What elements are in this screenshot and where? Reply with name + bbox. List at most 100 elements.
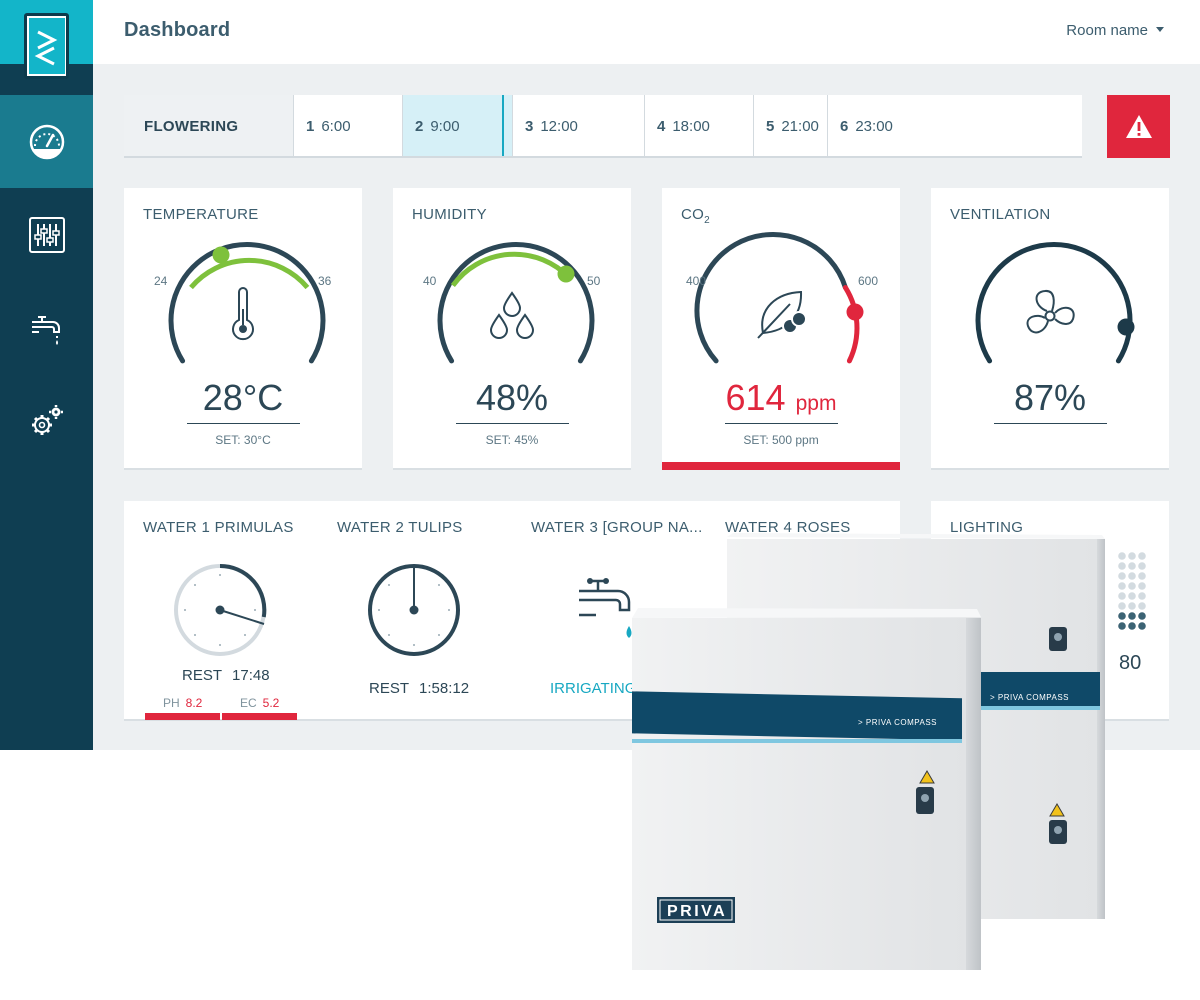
phase-step-time: 12:00 [540,118,578,135]
temperature-value: 28°C [202,377,284,418]
priva-v-logo-icon [29,18,65,74]
light-level-dot [1128,622,1136,630]
light-level-dot [1138,592,1146,600]
lighting-value: 80 [1119,652,1142,674]
status-time: 17:48 [232,667,270,684]
temperature-setpoint: SET: 30°C [215,433,271,447]
value-underline [456,423,569,424]
room-dropdown-label: Room name [1066,22,1148,39]
co2-setpoint: SET: 500 ppm [743,433,819,447]
phase-step-6[interactable]: 6 23:00 [828,95,1082,156]
value-underline [725,423,838,424]
value-underline [994,423,1107,424]
phase-step-time: 18:00 [672,118,710,135]
light-level-dot [1128,602,1136,610]
sidebar [0,0,93,750]
gauge-max-label: 600 [858,274,879,288]
water-1-title: WATER 1 PRIMULAS [143,519,294,536]
priva-compass-cabinets-image: > PRIVA COMPASS > PRIVA COMPASS PRIVA [632,533,1105,970]
cabinet-front: > PRIVA COMPASS PRIVA [632,608,981,970]
humidity-value: 48% [475,377,549,418]
phase-step-number: 1 [306,118,315,135]
front-cabinet-label: > PRIVA COMPASS [858,718,937,727]
phase-step-number: 6 [840,118,849,135]
fan-icon [1026,289,1075,334]
timer-clock-icon [174,563,267,656]
light-level-indicator [1118,552,1146,630]
water-tap-icon [31,315,60,345]
ec-reading: EC 5.2 [240,696,279,710]
light-level-dot [1128,552,1136,560]
water-drops-icon [489,291,535,339]
light-level-dot [1138,552,1146,560]
phase-step-number: 2 [415,118,424,135]
co2-card[interactable]: CO2 400 600 614 ppm SET: 500 ppm [662,188,900,470]
light-level-dot [1138,562,1146,570]
priva-brand-plate: PRIVA [667,903,727,920]
status-text: REST [369,680,410,697]
current-time-marker [502,95,504,156]
phase-timeline: FLOWERING 1 6:00 2 9:00 3 12:00 4 18:00 5 21:… [124,95,1082,158]
phase-step-time: 21:00 [781,118,819,135]
status-time: 1:58:12 [419,680,470,697]
light-level-dot [1138,622,1146,630]
phase-step-number: 5 [766,118,775,135]
light-level-dot [1138,612,1146,620]
water-2-status: REST 1:58:12 [369,680,469,697]
nav-settings[interactable] [0,374,93,467]
gauge-max-label: 36 [318,274,332,288]
phase-step-2[interactable]: 2 9:00 [403,95,513,156]
ph-reading: PH 8.2 [163,696,202,710]
thermometer-icon [232,287,254,341]
light-level-dot [1128,562,1136,570]
ec-alert-strip [222,713,297,720]
light-level-dot [1138,582,1146,590]
light-level-dot [1128,582,1136,590]
nav-controls[interactable] [0,188,93,281]
humidity-card[interactable]: HUMIDITY 40 50 48% SET: 45% [393,188,631,470]
phase-name: FLOWERING [124,95,294,156]
light-level-dot [1128,572,1136,580]
temperature-card[interactable]: TEMPERATURE 24 36 28°C SET: 30°C [124,188,362,470]
co2-gauge [694,232,864,364]
gauge-min-label: 40 [423,274,437,288]
priva-logo[interactable] [24,13,69,79]
ventilation-value: 87% [1013,377,1087,418]
settings-gears-icon [31,404,63,435]
phase-step-time: 23:00 [855,118,893,135]
light-level-dot [1138,572,1146,580]
water-1-status: REST 17:48 [182,667,270,684]
ventilation-gauge [975,242,1135,364]
phase-step-3[interactable]: 3 12:00 [513,95,645,156]
temperature-gauge [168,242,326,364]
ec-value: 5.2 [262,696,280,710]
value-underline [187,423,300,424]
page-title: Dashboard [124,19,231,41]
co2-unit: ppm [795,392,837,415]
warning-triangle-icon [1125,114,1152,138]
phase-step-1[interactable]: 1 6:00 [294,95,403,156]
nav-irrigation[interactable] [0,281,93,374]
light-level-dot [1138,602,1146,610]
phase-step-time: 6:00 [321,118,351,135]
alarm-button[interactable] [1107,95,1170,158]
co2-value: 614 [725,377,786,418]
gauge-max-label: 50 [587,274,601,288]
nav-dashboard[interactable] [0,95,93,188]
gauge-min-label: 24 [154,274,168,288]
leaf-icon [757,290,807,339]
phase-step-time: 9:00 [430,118,460,135]
phase-step-5[interactable]: 5 21:00 [754,95,828,156]
light-level-dot [1128,612,1136,620]
gauge-min-label: 400 [686,274,707,288]
ventilation-card[interactable]: VENTILATION 87% [931,188,1169,470]
phase-step-number: 4 [657,118,666,135]
phase-step-4[interactable]: 4 18:00 [645,95,754,156]
room-dropdown[interactable]: Room name [1066,22,1164,39]
humidity-gauge [437,242,595,364]
humidity-setpoint: SET: 45% [485,433,539,447]
back-cabinet-label: > PRIVA COMPASS [990,693,1069,702]
dashboard-gauge-icon [29,124,64,159]
top-bar: Dashboard Room name [93,0,1200,64]
ph-label: PH [163,696,180,710]
